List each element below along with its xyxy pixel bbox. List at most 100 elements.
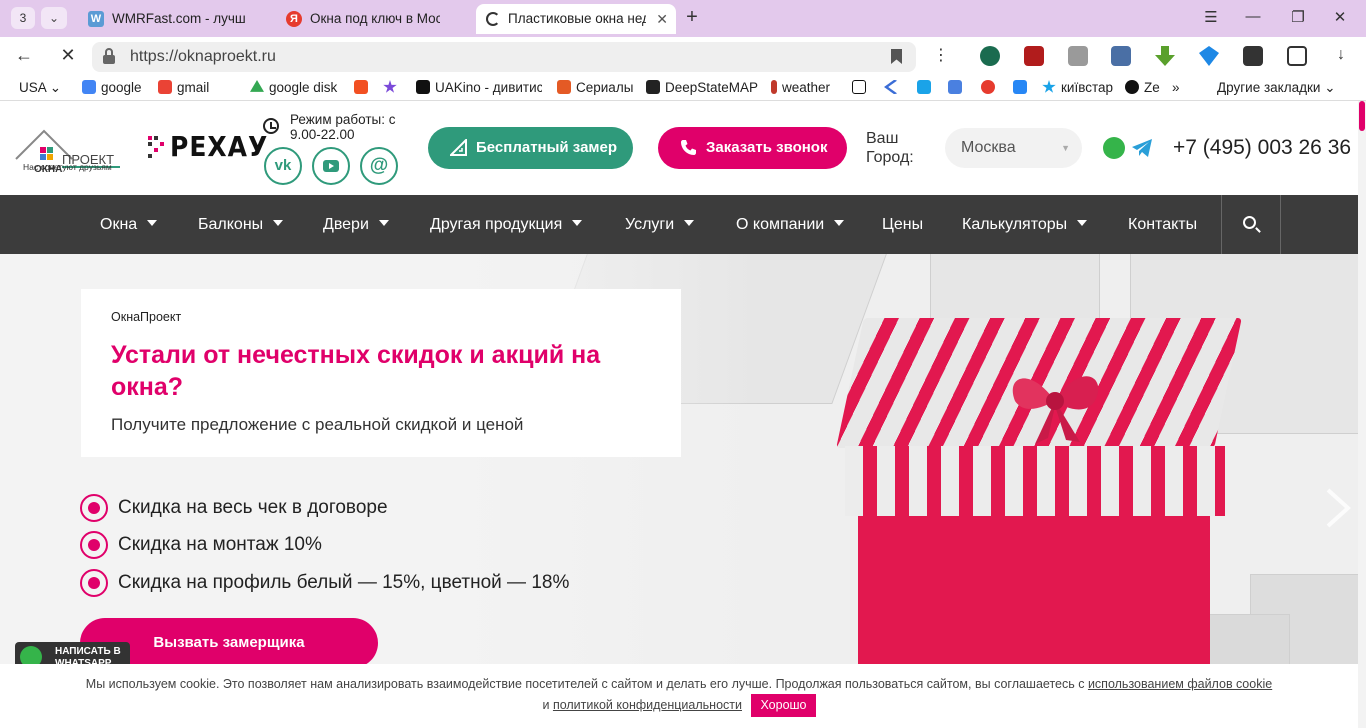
hero-bullet: Скидка на профиль белый — 15%, цветной —… <box>80 569 569 597</box>
nav-item-balconies[interactable]: Балконы <box>198 195 284 254</box>
extension-globe-icon[interactable] <box>980 46 1000 66</box>
bookmark-deepstatemap[interactable]: DeepStateMAP <box>646 79 758 97</box>
city-label: Ваш Город: <box>866 130 914 166</box>
serials-icon <box>557 80 571 94</box>
cookie-accept-button[interactable]: Хорошо <box>751 694 816 717</box>
bookmark-favicon-icon <box>917 80 931 94</box>
free-measure-button[interactable]: Бесплатный замер <box>428 127 633 169</box>
bookmark-icon-only[interactable] <box>917 79 936 97</box>
extension-icon[interactable] <box>1199 46 1219 66</box>
nav-item-about[interactable]: О компании <box>736 195 845 254</box>
stop-icon[interactable]: ✕ <box>56 45 80 66</box>
download-extension-icon[interactable] <box>1155 46 1175 66</box>
bookmark-usa[interactable]: USA ⌄ <box>19 79 61 97</box>
minimize-icon[interactable]: — <box>1238 8 1268 25</box>
order-call-button[interactable]: Заказать звонок <box>658 127 847 169</box>
caret-down-icon <box>1077 220 1088 226</box>
omnibox[interactable]: https://oknaproekt.ru <box>92 42 916 72</box>
bookmark-serials[interactable]: Сериалы <box>557 79 633 97</box>
extension-icon[interactable] <box>1024 46 1044 66</box>
bookmark-kyivstar[interactable]: київстар <box>1042 79 1113 97</box>
nav-item-services[interactable]: Услуги <box>625 195 695 254</box>
tab-count-badge[interactable]: 3 <box>11 7 35 29</box>
nav-item-doors[interactable]: Двери <box>323 195 389 254</box>
privacy-policy-link[interactable]: политикой конфиденциальности <box>553 698 742 712</box>
nav-item-other-products[interactable]: Другая продукция <box>430 195 583 254</box>
cookie-text: Мы используем cookie. Это позволяет нам … <box>85 677 1088 691</box>
nav-item-windows[interactable]: Окна <box>100 195 158 254</box>
extension-icon[interactable] <box>1068 46 1088 66</box>
city-select[interactable]: Москва ▼ <box>945 128 1082 168</box>
nav-item-contacts[interactable]: Контакты <box>1128 195 1197 254</box>
restore-icon[interactable]: ❐ <box>1283 8 1313 26</box>
new-tab-icon[interactable]: + <box>680 7 704 29</box>
bookmark-icon-only[interactable] <box>884 79 903 97</box>
browser-tab[interactable]: Я Окна под ключ в Москве <box>278 4 470 34</box>
search-icon <box>1243 216 1256 229</box>
nav-search-button[interactable] <box>1221 195 1281 254</box>
vk-social-icon[interactable]: vk <box>264 147 302 185</box>
bookmark-icon-only[interactable] <box>1013 79 1032 97</box>
logo-tagline: Нас советуют друзьям <box>23 162 112 172</box>
bookmarks-overflow-icon[interactable]: » <box>1172 79 1180 97</box>
bookmark-gmail[interactable]: gmail <box>158 79 209 97</box>
browser-tab[interactable]: W WMRFast.com - лучшее м <box>80 4 276 34</box>
rehau-mark-icon <box>148 136 164 158</box>
rehau-wordmark: РЕХАУ <box>170 130 269 163</box>
tab-close-icon[interactable]: ✕ <box>656 4 668 34</box>
background-gift-box <box>930 254 1100 324</box>
other-bookmarks[interactable]: Другие закладки ⌄ <box>1217 79 1336 97</box>
work-hours: Режим работы: с 9.00-22.00 <box>290 112 396 142</box>
extension-icon[interactable] <box>1111 46 1131 66</box>
downloads-icon[interactable]: ↓ <box>1331 46 1351 66</box>
bookmark-weather[interactable]: weather <box>771 79 830 97</box>
page-scrollbar[interactable] <box>1358 101 1366 728</box>
tab-favicon-icon: W <box>88 11 104 27</box>
hero-bullet: Скидка на весь чек в договоре <box>80 494 388 522</box>
main-nav: Окна Балконы Двери Другая продукция Услу… <box>0 195 1358 254</box>
hero-offer-card: ОкнаПроект Устали от нечестных скидок и … <box>81 289 681 457</box>
bookmark-ze[interactable]: Ze <box>1125 79 1161 97</box>
more-vert-icon[interactable]: ⋮ <box>929 45 953 65</box>
ze-icon <box>1125 80 1139 94</box>
slider-next-icon[interactable] <box>1322 488 1352 528</box>
email-social-icon[interactable]: @ <box>360 147 398 185</box>
hero-subtitle: Получите предложение с реальной скидкой … <box>111 415 524 434</box>
url-text[interactable]: https://oknaproekt.ru <box>130 42 276 72</box>
bookmark-icon[interactable] <box>891 49 902 64</box>
yandex-icon <box>981 80 995 94</box>
telegram-icon[interactable] <box>1131 138 1153 158</box>
back-icon[interactable]: ← <box>12 45 36 66</box>
browser-tabstrip: 3 ⌄ W WMRFast.com - лучшее м Я Окна под … <box>0 0 1366 37</box>
bookmark-icon-only[interactable] <box>354 79 373 97</box>
ruler-icon <box>450 139 467 156</box>
site-header: ОКНА ПРОЕКТ Нас советуют друзьям РЕХАУ Р… <box>0 101 1358 195</box>
tab-list-chevron-icon[interactable]: ⌄ <box>41 7 67 29</box>
browser-tab-active[interactable]: Пластиковые окна неде ✕ <box>476 4 676 34</box>
collections-icon[interactable] <box>1287 46 1307 66</box>
cookie-policy-link[interactable]: использованием файлов cookie <box>1088 677 1272 691</box>
nav-item-calculators[interactable]: Калькуляторы <box>962 195 1088 254</box>
translate-icon <box>948 80 962 94</box>
youtube-social-icon[interactable] <box>312 147 350 185</box>
bookmark-google-disk[interactable]: google disk <box>250 79 337 97</box>
cookie-banner: Мы используем cookie. Это позволяет нам … <box>0 664 1358 728</box>
thermometer-icon <box>771 80 777 94</box>
scrollbar-thumb[interactable] <box>1359 101 1365 131</box>
address-bar-row: ← ✕ https://oknaproekt.ru ⋮ ↓ <box>0 37 1366 75</box>
bookmark-google[interactable]: google <box>82 79 142 97</box>
whatsapp-icon[interactable] <box>1103 137 1125 159</box>
close-window-icon[interactable]: ✕ <box>1325 8 1355 26</box>
bookmark-icon-only[interactable] <box>981 79 1000 97</box>
menu-icon[interactable]: ☰ <box>1196 8 1226 26</box>
extension-icon[interactable] <box>1243 46 1263 66</box>
bookmark-icon-only[interactable] <box>948 79 967 97</box>
bookmark-star-icon <box>383 80 397 93</box>
bookmark-icon-only[interactable] <box>383 79 402 97</box>
phone-number[interactable]: +7 (495) 003 26 36 <box>1173 136 1351 160</box>
caret-down-icon <box>378 220 389 226</box>
bookmark-icon-only[interactable] <box>852 79 871 97</box>
tab-title: Пластиковые окна неде <box>508 11 646 26</box>
nav-item-prices[interactable]: Цены <box>882 195 923 254</box>
bookmark-uakino[interactable]: UAKino - дивитис <box>416 79 542 97</box>
